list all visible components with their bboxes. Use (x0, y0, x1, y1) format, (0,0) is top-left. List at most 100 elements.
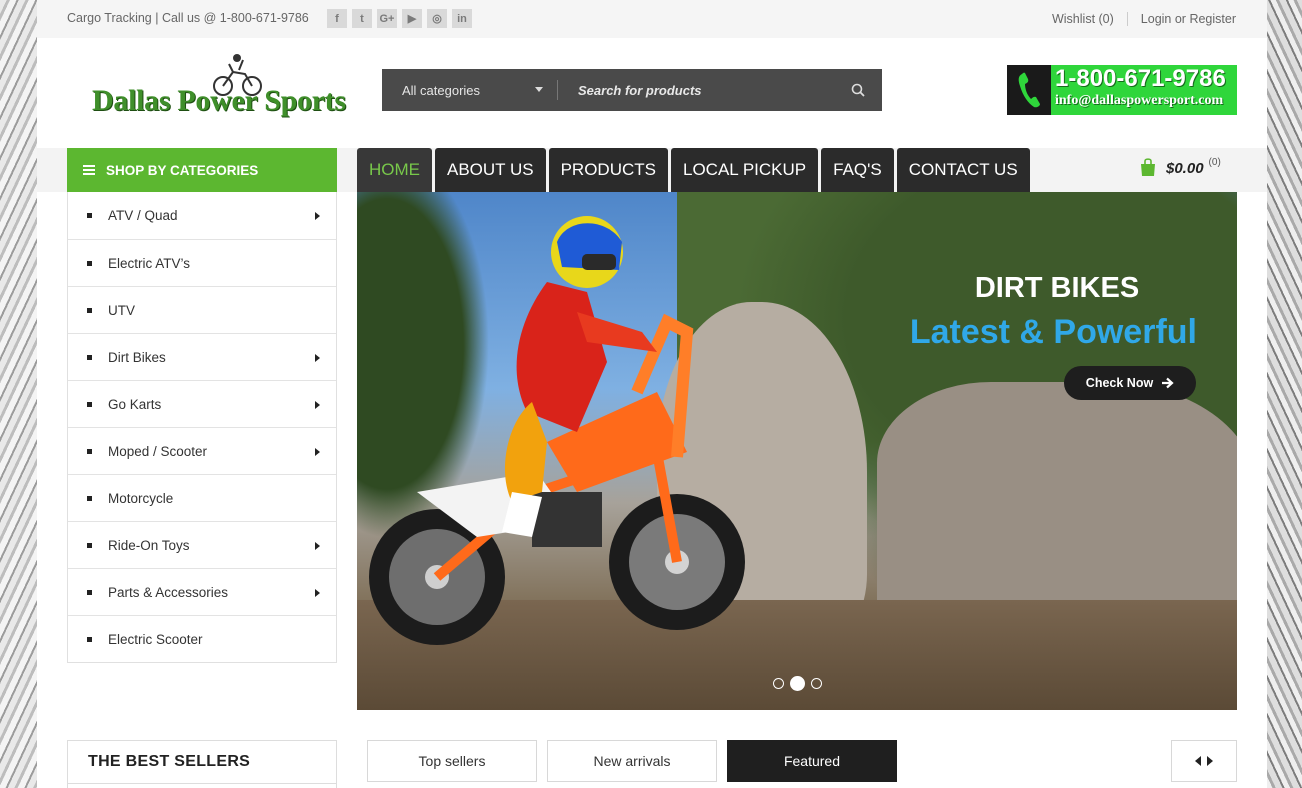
background-right (1267, 0, 1302, 788)
chevron-left-icon[interactable] (1195, 756, 1201, 766)
dirt-bike-image (369, 216, 745, 645)
nav-home[interactable]: HOME (357, 148, 432, 192)
slider-dots (773, 676, 822, 691)
bullet-icon (87, 495, 92, 501)
category-item-go-karts[interactable]: Go Karts (68, 380, 336, 427)
category-item-motorcycle[interactable]: Motorcycle (68, 474, 336, 521)
chevron-right-icon (315, 212, 320, 220)
bullet-icon (87, 307, 92, 313)
hero-slider[interactable]: DIRT BIKES Latest & Powerful Check Now (357, 192, 1237, 710)
nav-about-us[interactable]: ABOUT US (435, 148, 546, 192)
category-label: Motorcycle (108, 490, 174, 506)
chevron-right-icon (315, 448, 320, 456)
slider-dot-active[interactable] (790, 676, 805, 691)
bullet-icon (87, 448, 92, 454)
wishlist-link[interactable]: Wishlist (0) (1052, 12, 1114, 26)
arrow-right-icon (1162, 377, 1174, 389)
nav-local-pickup[interactable]: LOCAL PICKUP (671, 148, 819, 192)
category-item-utv[interactable]: UTV (68, 286, 336, 333)
phone-icon (1007, 65, 1051, 115)
check-now-label: Check Now (1085, 376, 1154, 390)
linkedin-icon[interactable]: in (452, 9, 472, 28)
cart-button[interactable]: $0.00 (0) (1138, 156, 1221, 177)
menu-icon (83, 163, 95, 177)
slide-subtitle: Latest & Powerful (909, 313, 1197, 351)
slide-caption: DIRT BIKES Latest & Powerful (867, 272, 1197, 352)
search-button[interactable] (834, 83, 882, 97)
account-links: Wishlist (0) Login or Register (1052, 12, 1236, 26)
slide-title: DIRT BIKES (974, 272, 1140, 304)
category-label: Ride-On Toys (108, 537, 190, 553)
contact-banner: 1-800-671-9786 info@dallaspowersport.com (1007, 65, 1237, 115)
best-sellers-heading: THE BEST SELLERS (67, 740, 337, 788)
cart-count: (0) (1208, 157, 1221, 168)
google-plus-icon[interactable]: G+ (377, 9, 397, 28)
cart-amount: $0.00 (1166, 160, 1204, 177)
bullet-icon (87, 636, 92, 642)
bullet-icon (87, 542, 92, 548)
login-link[interactable]: Login or Register (1141, 12, 1236, 26)
category-select-value: All categories (402, 82, 481, 98)
category-label: ATV / Quad (108, 208, 178, 223)
category-item-moped-scooter[interactable]: Moped / Scooter (68, 427, 336, 474)
category-item-ride-on-toys[interactable]: Ride-On Toys (68, 521, 336, 568)
bullet-icon (87, 354, 92, 360)
social-links: f t G+ ▶ ◎ in (327, 9, 472, 28)
nav-contact-us[interactable]: CONTACT US (896, 148, 1030, 192)
youtube-icon[interactable]: ▶ (402, 9, 422, 28)
main-nav: HOME ABOUT US PRODUCTS LOCAL PICKUP FAQ'… (357, 148, 1030, 192)
category-label: Electric Scooter (108, 631, 203, 647)
chevron-right-icon[interactable] (1207, 756, 1213, 766)
bullet-icon (87, 260, 92, 266)
category-label: Parts & Accessories (108, 584, 229, 600)
bullet-icon (87, 589, 92, 595)
category-item-electric-scooter[interactable]: Electric Scooter (68, 615, 336, 662)
category-item-atv-quad[interactable]: ATV / Quad (68, 192, 336, 239)
slider-dot[interactable] (811, 678, 822, 689)
tab-top-sellers[interactable]: Top sellers (367, 740, 537, 782)
page: Cargo Tracking | Call us @ 1-800-671-978… (37, 0, 1267, 788)
nav-faqs[interactable]: FAQ'S (821, 148, 894, 192)
shopping-bag-icon (1141, 157, 1155, 176)
nav-products[interactable]: PRODUCTS (548, 148, 668, 192)
phone-number[interactable]: 1-800-671-9786 (1055, 65, 1226, 93)
tab-new-arrivals[interactable]: New arrivals (547, 740, 717, 782)
check-now-button[interactable]: Check Now (1064, 366, 1196, 400)
search-bar: All categories (382, 69, 882, 111)
chevron-right-icon (315, 401, 320, 409)
category-select[interactable]: All categories (382, 83, 557, 98)
category-item-parts-accessories[interactable]: Parts & Accessories (68, 568, 336, 615)
category-label: UTV (108, 302, 135, 318)
background-left (0, 0, 37, 788)
shop-by-categories-button[interactable]: SHOP BY CATEGORIES (67, 148, 337, 192)
search-input[interactable] (558, 69, 834, 111)
category-list: ATV / Quad Electric ATV’s UTV Dirt Bikes… (67, 192, 337, 663)
logo-text: Dallas Power Sports (92, 84, 346, 117)
email-address[interactable]: info@dallaspowersport.com (1055, 93, 1226, 109)
category-label: Go Karts (108, 396, 162, 412)
search-icon (851, 83, 865, 97)
top-bar: Cargo Tracking | Call us @ 1-800-671-978… (37, 0, 1267, 38)
divider (1126, 12, 1128, 26)
chevron-right-icon (315, 589, 320, 597)
twitter-icon[interactable]: t (352, 9, 372, 28)
carousel-pager (1171, 740, 1237, 782)
category-item-dirt-bikes[interactable]: Dirt Bikes (68, 333, 336, 380)
category-item-electric-atvs[interactable]: Electric ATV’s (68, 239, 336, 286)
tab-featured[interactable]: Featured (727, 740, 897, 782)
tracking-text: Cargo Tracking | Call us @ 1-800-671-978… (67, 11, 309, 25)
category-label: Electric ATV’s (108, 255, 191, 271)
category-label: Moped / Scooter (108, 443, 208, 459)
category-label: Dirt Bikes (108, 349, 166, 365)
slider-dot[interactable] (773, 678, 784, 689)
categories-title: SHOP BY CATEGORIES (106, 162, 259, 178)
chevron-right-icon (315, 542, 320, 550)
bullet-icon (87, 213, 92, 218)
site-logo[interactable]: Dallas Power Sports (92, 52, 357, 128)
instagram-icon[interactable]: ◎ (427, 9, 447, 28)
chevron-down-icon (535, 86, 543, 92)
product-tabs: Top sellers New arrivals Featured (367, 740, 897, 782)
bullet-icon (87, 401, 92, 407)
facebook-icon[interactable]: f (327, 9, 347, 28)
chevron-right-icon (315, 354, 320, 362)
